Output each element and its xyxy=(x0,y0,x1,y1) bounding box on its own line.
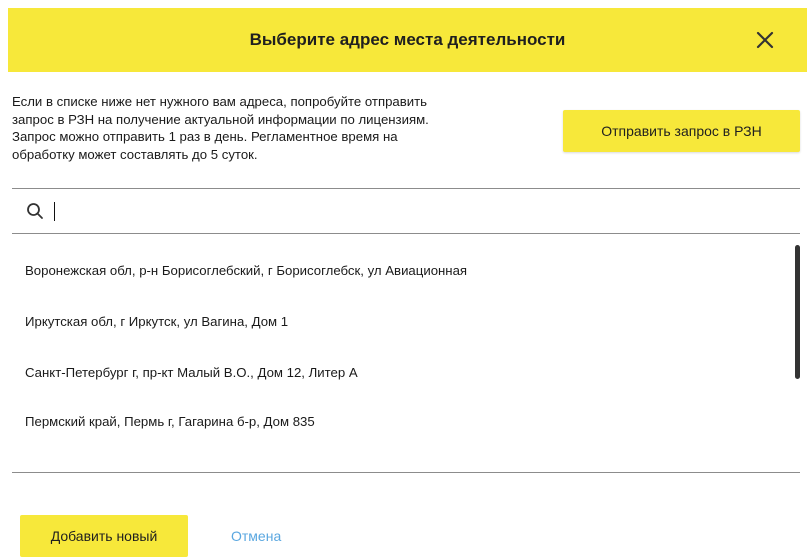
scrollbar[interactable] xyxy=(795,245,800,379)
cancel-link[interactable]: Отмена xyxy=(231,528,281,544)
search-input[interactable] xyxy=(63,197,800,225)
dialog-title: Выберите адрес места деятельности xyxy=(249,30,566,49)
search-icon xyxy=(27,203,43,219)
address-item[interactable]: Пермский край, Пермь г, Гагарина б-р, До… xyxy=(25,414,315,429)
address-list: Воронежская обл, р-н Борисоглебский, г Б… xyxy=(12,234,800,472)
info-text: Если в списке ниже нет нужного вам адрес… xyxy=(12,93,542,163)
address-item[interactable]: Санкт-Петербург г, пр-кт Малый В.О., Дом… xyxy=(25,365,358,380)
add-new-button[interactable]: Добавить новый xyxy=(20,515,188,557)
send-request-button[interactable]: Отправить запрос в РЗН xyxy=(563,110,800,152)
address-select-dialog: Выберите адрес места деятельности Если в… xyxy=(0,0,807,557)
close-icon xyxy=(756,31,774,49)
search-bar xyxy=(12,189,800,233)
info-line: Если в списке ниже нет нужного вам адрес… xyxy=(12,94,428,109)
address-item[interactable]: Воронежская обл, р-н Борисоглебский, г Б… xyxy=(25,263,467,278)
info-line: Запрос можно отправить 1 раз в день. Рег… xyxy=(12,129,398,144)
info-line: обработку может составлять до 5 суток. xyxy=(12,146,258,162)
divider xyxy=(12,472,800,473)
info-line: запрос в РЗН на получение актуальной инф… xyxy=(12,111,429,127)
text-caret xyxy=(54,201,55,221)
address-item[interactable]: Иркутская обл, г Иркутск, ул Вагина, Дом… xyxy=(25,314,288,329)
dialog-header: Выберите адрес места деятельности xyxy=(8,8,807,72)
close-button[interactable] xyxy=(753,28,777,52)
